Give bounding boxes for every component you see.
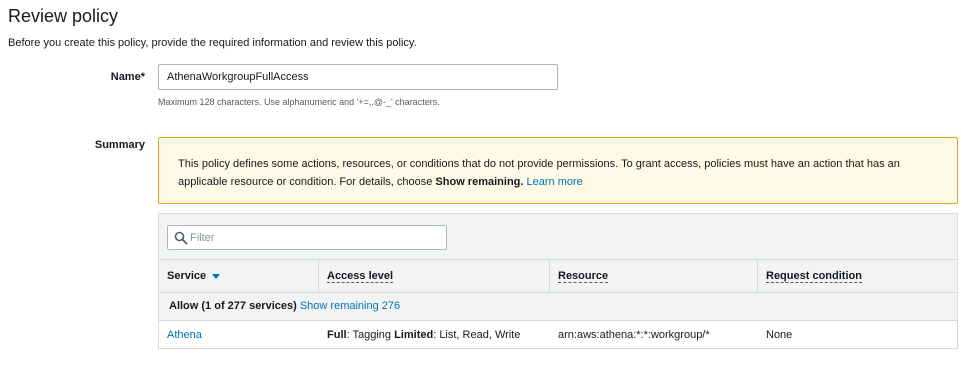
learn-more-link[interactable]: Learn more xyxy=(527,176,583,188)
warning-alert: This policy defines some actions, resour… xyxy=(158,137,958,204)
sort-down-icon[interactable] xyxy=(212,273,221,279)
table-row: Athena Full: Tagging Limited: List, Read… xyxy=(159,320,957,348)
name-hint: Maximum 128 characters. Use alphanumeric… xyxy=(158,97,440,107)
page-description: Before you create this policy, provide t… xyxy=(8,37,417,49)
policy-name-input[interactable] xyxy=(158,64,558,90)
resource-cell: arn:aws:athena:*:*:workgroup/* xyxy=(558,329,710,341)
column-header-resource[interactable]: Resource xyxy=(550,260,758,292)
allow-group-row: Allow (1 of 277 services) Show remaining… xyxy=(159,292,957,320)
filter-input[interactable]: Filter xyxy=(167,225,447,250)
allow-group-label: Allow (1 of 277 services) xyxy=(169,300,297,312)
column-header-request-condition[interactable]: Request condition xyxy=(758,260,957,292)
table-header: Service Access level Resource Request co… xyxy=(159,259,957,292)
name-label: Name* xyxy=(110,71,145,83)
service-link[interactable]: Athena xyxy=(167,329,202,341)
filter-bar: Filter xyxy=(159,214,957,259)
column-header-service[interactable]: Service xyxy=(159,260,319,292)
show-remaining-link[interactable]: Show remaining 276 xyxy=(300,300,400,312)
search-icon xyxy=(174,231,188,245)
column-header-access-level[interactable]: Access level xyxy=(319,260,550,292)
service-cell: Athena xyxy=(159,321,319,348)
policy-summary-table: Filter Service Access level Resource Req… xyxy=(158,213,958,349)
page-title: Review policy xyxy=(8,6,119,26)
warning-bold-text: Show remaining. xyxy=(435,176,524,188)
filter-placeholder: Filter xyxy=(190,232,215,244)
summary-label: Summary xyxy=(94,139,145,151)
condition-cell: None xyxy=(766,329,793,341)
access-level-cell: Full: Tagging Limited: List, Read, Write xyxy=(327,329,521,341)
